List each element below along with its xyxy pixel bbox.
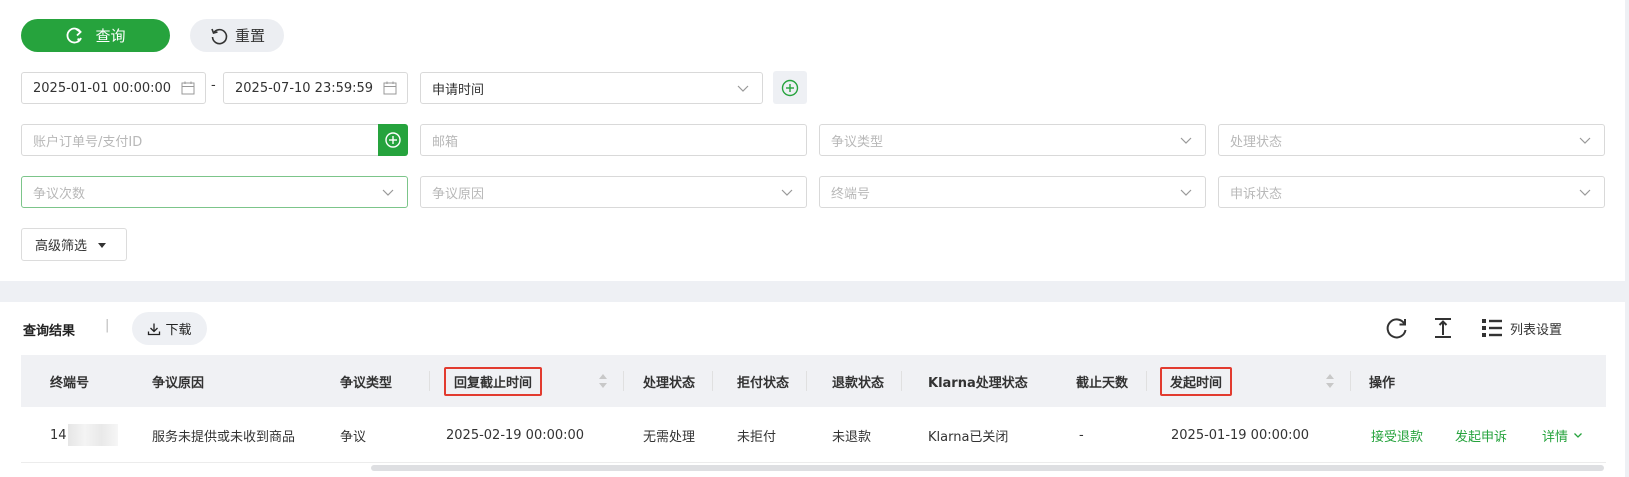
dispute-reason-placeholder: 争议原因 (432, 186, 485, 202)
dispute-count-select[interactable]: 争议次数 (21, 176, 408, 208)
calendar-icon (383, 81, 397, 95)
list-icon (1482, 319, 1502, 337)
chevron-down-icon (1574, 433, 1582, 438)
column-divider (712, 371, 713, 391)
accept-refund-link[interactable]: 接受退款 (1371, 407, 1423, 463)
reset-button-label: 重置 (234, 27, 265, 45)
date-type-value: 申请时间 (432, 82, 485, 98)
sort-icon[interactable] (598, 372, 608, 390)
terminal-select[interactable]: 终端号 (819, 176, 1206, 208)
cell-days-left: - (1079, 427, 1084, 443)
chevron-down-icon (737, 85, 749, 92)
col-header-reason[interactable]: 争议原因 (152, 355, 204, 407)
column-divider (623, 371, 624, 391)
email-input[interactable]: 邮箱 (420, 124, 807, 156)
account-order-input[interactable]: 账户订单号/支付ID (21, 124, 380, 156)
details-label: 详情 (1542, 429, 1569, 445)
date-type-select[interactable]: 申请时间 (420, 72, 763, 104)
chevron-down-icon (1579, 137, 1591, 144)
redacted-block (67, 424, 118, 446)
column-height-icon (1435, 318, 1451, 338)
appeal-status-select[interactable]: 申诉状态 (1218, 176, 1605, 208)
date-start-input[interactable]: 2025-01-01 00:00:00 (21, 72, 206, 104)
column-divider (429, 371, 430, 391)
details-link[interactable]: 详情 (1542, 407, 1583, 463)
caret-down-icon (98, 242, 107, 248)
col-header-chargeback-status[interactable]: 拒付状态 (737, 355, 789, 407)
col-header-terminal[interactable]: 终端号 (50, 355, 89, 407)
add-date-filter-button[interactable] (773, 71, 807, 104)
col-header-initiated-time-label: 发起时间 (1160, 366, 1233, 396)
results-divider: | (105, 318, 110, 333)
cell-reply-deadline: 2025-02-19 00:00:00 (446, 427, 585, 443)
appeal-status-placeholder: 申诉状态 (1230, 186, 1283, 202)
col-header-type[interactable]: 争议类型 (340, 355, 392, 407)
sort-icon[interactable] (1325, 372, 1335, 390)
chevron-down-icon (781, 189, 793, 196)
query-button-label: 查询 (95, 27, 126, 45)
cell-terminal: 14 (50, 407, 118, 463)
date-start-value: 2025-01-01 00:00:00 (33, 80, 172, 96)
results-title: 查询结果 (23, 324, 76, 339)
date-end-input[interactable]: 2025-07-10 23:59:59 (223, 72, 408, 104)
email-placeholder: 邮箱 (432, 134, 459, 150)
cell-type: 争议 (340, 429, 367, 445)
date-range-separator: - (211, 78, 216, 93)
refresh-button[interactable] (1385, 316, 1409, 340)
column-settings-label: 列表设置 (1510, 322, 1563, 338)
col-header-actions: 操作 (1369, 375, 1396, 391)
date-end-value: 2025-07-10 23:59:59 (235, 80, 374, 96)
process-status-select[interactable]: 处理状态 (1218, 124, 1605, 156)
account-order-placeholder: 账户订单号/支付ID (33, 134, 143, 150)
advanced-filter-label: 高级筛选 (35, 239, 88, 254)
col-header-days-left[interactable]: 截止天数 (1076, 355, 1128, 407)
col-header-reply-deadline-label: 回复截止时间 (444, 366, 543, 396)
column-divider (901, 371, 902, 391)
col-header-process-status[interactable]: 处理状态 (643, 355, 695, 407)
cell-process-status: 无需处理 (643, 429, 696, 445)
cell-initiated-time: 2025-01-19 00:00:00 (1171, 427, 1310, 443)
table-header: 终端号 争议原因 争议类型 回复截止时间 处理状态 拒付状态 退款状态 Klar… (21, 355, 1606, 407)
reset-icon (211, 28, 228, 44)
refresh-icon (1386, 318, 1407, 339)
terminal-placeholder: 终端号 (831, 186, 871, 202)
reset-button[interactable]: 重置 (190, 19, 284, 52)
column-divider (1146, 371, 1147, 391)
appeal-link[interactable]: 发起申诉 (1455, 407, 1507, 463)
download-icon (148, 323, 161, 335)
advanced-filter-button[interactable]: 高级筛选 (21, 228, 127, 261)
plus-circle-icon (385, 132, 401, 148)
column-divider (806, 371, 807, 391)
refresh-search-icon (67, 27, 83, 43)
cell-klarna-status: Klarna已关闭 (928, 429, 1009, 445)
calendar-icon (181, 81, 195, 95)
terminal-value: 14 (50, 427, 67, 443)
download-label: 下载 (165, 323, 192, 338)
table-row: 14 服务未提供或未收到商品 争议 2025-02-19 00:00:00 无需… (21, 407, 1606, 463)
dispute-type-select[interactable]: 争议类型 (819, 124, 1206, 156)
cell-chargeback-status: 未拒付 (737, 429, 777, 445)
add-order-ids-button[interactable] (378, 124, 408, 156)
download-button[interactable]: 下载 (132, 312, 207, 345)
dispute-type-placeholder: 争议类型 (831, 134, 884, 150)
col-header-initiated-time[interactable]: 发起时间 (1160, 355, 1233, 407)
dispute-count-placeholder: 争议次数 (33, 186, 86, 202)
col-header-klarna-status[interactable]: Klarna处理状态 (928, 355, 1028, 407)
chevron-down-icon (1180, 189, 1192, 196)
density-button[interactable] (1431, 316, 1455, 340)
column-settings-button[interactable]: 列表设置 (1480, 316, 1562, 340)
dispute-reason-select[interactable]: 争议原因 (420, 176, 807, 208)
process-status-placeholder: 处理状态 (1230, 134, 1283, 150)
chevron-down-icon (1579, 189, 1591, 196)
column-divider (1350, 371, 1351, 391)
cell-refund-status: 未退款 (832, 429, 872, 445)
horizontal-scrollbar[interactable] (371, 465, 1604, 471)
cell-reason: 服务未提供或未收到商品 (152, 429, 296, 445)
chevron-down-icon (1180, 137, 1192, 144)
query-button[interactable]: 查询 (21, 19, 170, 52)
col-header-reply-deadline[interactable]: 回复截止时间 (444, 355, 543, 407)
plus-circle-icon (781, 79, 799, 96)
col-header-refund-status[interactable]: 退款状态 (832, 355, 884, 407)
chevron-down-icon (382, 189, 394, 196)
